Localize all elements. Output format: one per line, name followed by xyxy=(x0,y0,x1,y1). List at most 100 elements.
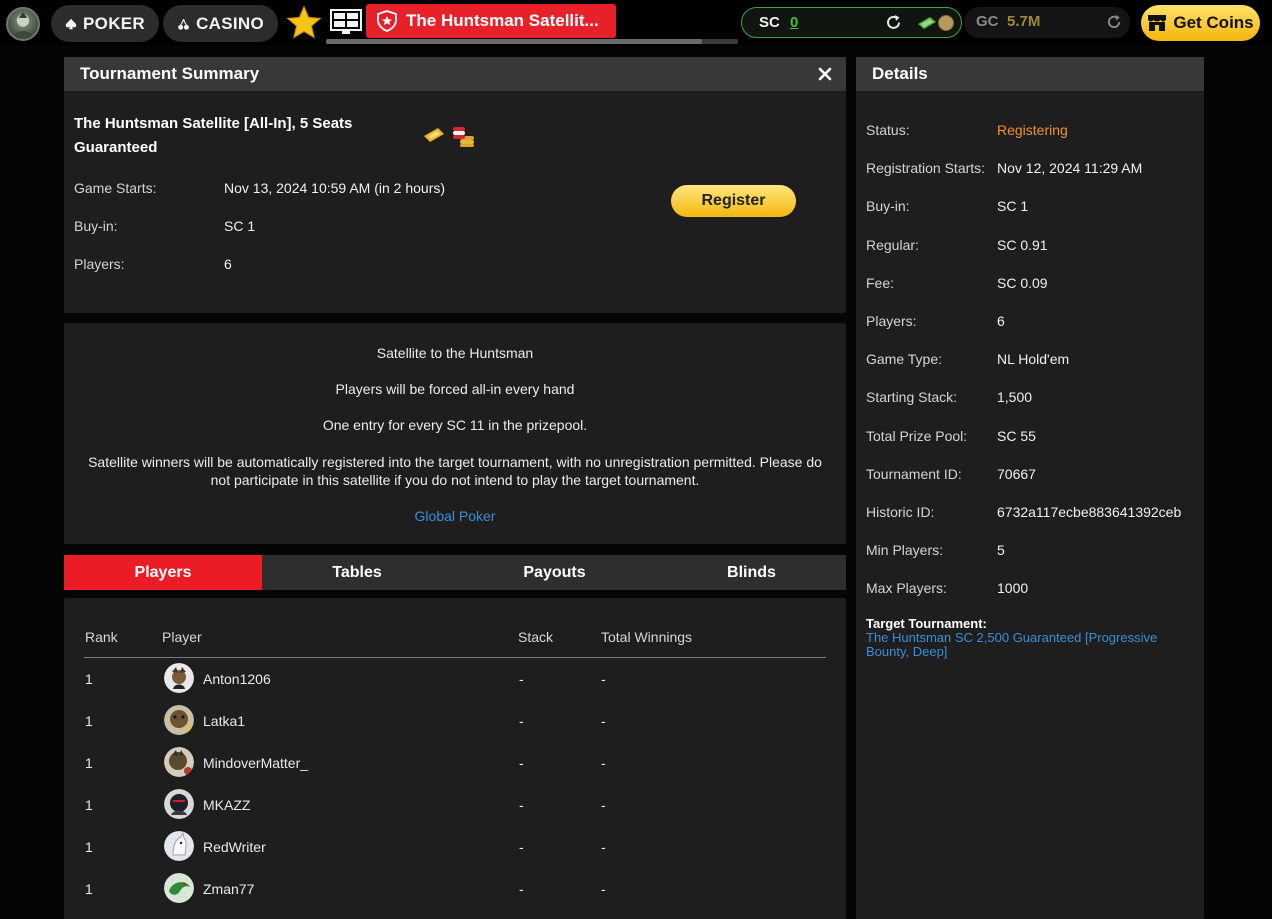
gc-balance: GC 5.7M xyxy=(964,7,1130,38)
summary-title: Tournament Summary xyxy=(80,64,260,83)
details-header: Details xyxy=(856,57,1204,91)
multi-table-icon[interactable] xyxy=(330,9,362,35)
column-header-stack[interactable]: Stack xyxy=(518,629,553,645)
historic-id-value: 6732a117ecbe883641392ceb xyxy=(997,504,1182,520)
game-type-value: NL Hold'em xyxy=(997,351,1070,367)
active-tab-label: The Huntsman Satellit... xyxy=(406,11,599,30)
description-line-4: Satellite winners will be automatically … xyxy=(88,454,822,488)
table-row[interactable]: 1 MKAZZ - - xyxy=(84,785,826,827)
target-tournament-link[interactable]: The Huntsman SC 2,500 Guaranteed [Progre… xyxy=(866,631,1186,659)
rank-cell: 1 xyxy=(85,671,93,687)
registration-starts-label: Registration Starts: xyxy=(866,160,986,176)
top-bar: POKER CASINO The Huntsman Satellit... SC xyxy=(0,0,1272,46)
sc-balance: SC 0 xyxy=(741,7,962,38)
tournament-id-label: Tournament ID: xyxy=(866,466,962,482)
tournament-name: The Huntsman Satellite [All-In], 5 Seats… xyxy=(74,115,353,156)
stack-cell: - xyxy=(519,797,524,813)
winnings-cell: - xyxy=(601,671,606,687)
user-avatar-icon xyxy=(12,12,34,39)
active-tournament-tab[interactable]: The Huntsman Satellit... xyxy=(366,4,616,38)
get-coins-label: Get Coins xyxy=(1173,13,1254,32)
stack-cell: - xyxy=(519,839,524,855)
ticket-icon xyxy=(424,128,444,142)
max-players-value: 1000 xyxy=(997,580,1029,596)
table-row[interactable]: 1 Zman77 - - xyxy=(84,869,826,911)
column-header-total-winnings[interactable]: Total Winnings xyxy=(601,629,692,645)
player-avatar xyxy=(164,705,194,735)
column-header-player[interactable]: Player xyxy=(162,629,202,645)
register-button[interactable]: Register xyxy=(671,185,796,217)
player-avatar xyxy=(164,831,194,861)
poker-nav-label: POKER xyxy=(83,13,145,33)
status-label: Status: xyxy=(866,122,910,138)
starting-stack-label: Starting Stack: xyxy=(866,389,958,405)
sc-value[interactable]: 0 xyxy=(790,14,798,31)
details-tabs: Players Tables Payouts Blinds xyxy=(64,555,846,590)
table-row[interactable]: 1 Latka1 - - xyxy=(84,701,826,743)
casino-nav-label: CASINO xyxy=(196,13,264,33)
player-name: Zman77 xyxy=(203,881,255,897)
regular-value: SC 0.91 xyxy=(997,237,1048,253)
detail-players-label: Players: xyxy=(866,313,917,329)
registration-starts-value: Nov 12, 2024 11:29 AM xyxy=(997,160,1143,176)
tab-blinds[interactable]: Blinds xyxy=(657,555,846,590)
tab-payouts[interactable]: Payouts xyxy=(452,555,657,590)
stack-cell: - xyxy=(519,881,524,897)
gc-refresh-icon[interactable] xyxy=(1106,14,1122,30)
regular-label: Regular: xyxy=(866,237,919,253)
tournament-description-panel: Satellite to the Huntsman Players will b… xyxy=(64,323,846,544)
status-value: Registering xyxy=(997,122,1068,138)
stack-cell: - xyxy=(519,671,524,687)
player-avatar xyxy=(164,663,194,693)
sc-refresh-icon[interactable] xyxy=(885,14,902,31)
winnings-cell: - xyxy=(601,881,606,897)
sc-coin-icon xyxy=(918,15,954,31)
players-table-panel: Rank Player Stack Total Winnings 1 Anton… xyxy=(64,598,846,919)
poker-nav-button[interactable]: POKER xyxy=(51,5,159,42)
player-name: Latka1 xyxy=(203,713,246,729)
fee-label: Fee: xyxy=(866,275,895,291)
get-coins-button[interactable]: Get Coins xyxy=(1141,5,1260,41)
player-name: Anton1206 xyxy=(203,671,271,687)
table-row[interactable]: 1 RedWriter - - xyxy=(84,827,826,869)
spade-icon xyxy=(65,18,77,29)
global-poker-link[interactable]: Global Poker xyxy=(415,508,496,524)
details-panel: Details Status: Registering Registration… xyxy=(856,57,1204,919)
starting-stack-value: 1,500 xyxy=(997,389,1033,405)
buy-in-label: Buy-in: xyxy=(74,218,118,234)
tab-tables[interactable]: Tables xyxy=(262,555,452,590)
players-label: Players: xyxy=(74,256,125,272)
table-row[interactable]: 1 Anton1206 - - xyxy=(84,659,826,701)
player-name: MindoverMatter_ xyxy=(203,755,309,771)
rank-cell: 1 xyxy=(85,881,93,897)
stack-cell: - xyxy=(519,755,524,771)
stack-cell: - xyxy=(519,713,524,729)
tab-scrollbar[interactable] xyxy=(326,39,738,44)
store-icon xyxy=(1148,15,1167,31)
target-tournament-label: Target Tournament: xyxy=(866,616,987,631)
min-players-value: 5 xyxy=(997,542,1005,558)
description-link-line: Global Poker xyxy=(84,507,826,525)
fee-value: SC 0.09 xyxy=(997,275,1048,291)
game-starts-value: Nov 13, 2024 10:59 AM (in 2 hours) xyxy=(224,180,446,196)
gc-value: 5.7M xyxy=(1007,13,1041,30)
favorites-star-icon[interactable] xyxy=(285,4,323,42)
tournament-summary-panel: Tournament Summary The Huntsman Satellit… xyxy=(64,57,846,313)
casino-nav-button[interactable]: CASINO xyxy=(163,5,278,42)
game-type-label: Game Type: xyxy=(866,351,943,367)
description-line-2: Players will be forced all-in every hand xyxy=(335,381,575,397)
table-row[interactable]: 1 MindoverMatter_ - - xyxy=(84,743,826,785)
tab-players[interactable]: Players xyxy=(64,555,262,590)
tab-scrollbar-thumb[interactable] xyxy=(326,39,702,44)
column-header-rank[interactable]: Rank xyxy=(85,629,118,645)
tournament-id-value: 70667 xyxy=(997,466,1036,482)
winnings-cell: - xyxy=(601,755,606,771)
close-icon[interactable] xyxy=(818,67,832,81)
gc-label: GC xyxy=(976,13,999,30)
prize-pool-value: SC 55 xyxy=(997,428,1036,444)
detail-buy-in-value: SC 1 xyxy=(997,198,1029,214)
rank-cell: 1 xyxy=(85,713,93,729)
historic-id-label: Historic ID: xyxy=(866,504,935,520)
user-avatar-button[interactable] xyxy=(6,7,40,41)
table-header-divider xyxy=(84,657,826,658)
